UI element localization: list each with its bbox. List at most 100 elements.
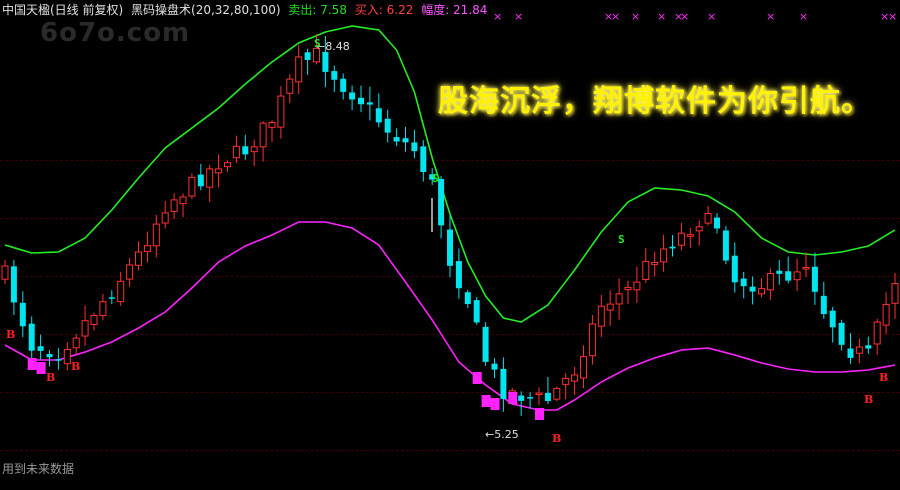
candle-body-down <box>447 229 453 266</box>
candle-body-down <box>10 266 17 303</box>
candle-body-up <box>642 260 650 280</box>
signal-block <box>472 372 482 384</box>
sell-signal-label: S <box>314 37 321 50</box>
signal-block <box>490 398 500 410</box>
candle-body-down <box>340 78 347 92</box>
candle-body-up <box>766 272 774 291</box>
candle-body-down <box>375 108 382 123</box>
candle-body-up <box>143 245 151 253</box>
buy-signal-label: B <box>46 371 55 384</box>
candle-body-down <box>438 178 445 226</box>
candle-body-down <box>19 302 26 327</box>
candle-body-down <box>242 146 249 155</box>
candle-body-up <box>161 212 169 224</box>
candle-body-up <box>126 264 134 280</box>
candle-body-up <box>72 337 80 349</box>
candle-body-down <box>197 174 204 187</box>
candle-body-down <box>500 368 507 399</box>
chart-header: 中国天楹(日线 前复权) 黑码操盘术(20,32,80,100) 卖出: 7.5… <box>2 1 491 18</box>
buy-signal-label: B <box>879 371 888 384</box>
candle-body-up <box>882 303 890 326</box>
candle-body-up <box>215 168 223 174</box>
candle-body-up <box>580 356 587 379</box>
candle-body-down <box>518 395 525 401</box>
candle-body-up <box>268 121 276 128</box>
candle-body-up <box>535 392 543 396</box>
candle-body-up <box>117 280 125 303</box>
candle-body-up <box>615 293 623 305</box>
candle-body-up <box>758 288 765 295</box>
sell-signal-label: S <box>432 172 439 185</box>
upper-band-line <box>4 25 896 323</box>
range-label: 幅度: 21.84 <box>421 3 488 17</box>
candle-body-down <box>714 217 720 229</box>
signal-block <box>508 392 518 404</box>
candle-body-down <box>366 102 373 105</box>
candle-body-up <box>802 266 810 270</box>
top-x-marker: × <box>611 10 620 23</box>
signal-block <box>535 408 544 420</box>
signal-block <box>36 362 46 374</box>
stock-title: 中国天楹(日线 前复权) <box>2 3 124 17</box>
candlestick-chart: ←8.48←5.25BBBBBBSSS× × ×× × × ×× × × × ×× <box>1 10 899 445</box>
top-x-marker: × <box>799 10 808 23</box>
candle-body-up <box>224 162 231 168</box>
candle-body-up <box>597 305 605 327</box>
candle-body-up <box>259 122 267 148</box>
sell-signal-label: S <box>618 233 625 246</box>
candle-body-down <box>785 271 792 281</box>
top-x-marker: × <box>707 10 716 23</box>
candle-body-down <box>838 322 845 345</box>
candle-body-down <box>464 292 471 305</box>
candle-body-down <box>393 137 400 142</box>
candle-body-up <box>135 251 142 266</box>
top-x-marker: × <box>514 10 523 23</box>
candle-body-down <box>722 230 729 261</box>
candle-body-down <box>740 278 747 287</box>
candle-body-up <box>633 281 641 291</box>
candle-body-up <box>704 213 712 224</box>
candle-body-down <box>749 286 756 292</box>
candle-body-up <box>295 56 303 83</box>
buy-signal-label: B <box>6 328 15 341</box>
candle-body-down <box>473 300 480 323</box>
candle-body-down <box>829 310 836 328</box>
candle-body-up <box>250 146 258 153</box>
buy-signal-label: B <box>71 360 80 373</box>
top-x-marker: × <box>657 10 666 23</box>
candle-body-down <box>776 270 783 274</box>
top-x-marker: × <box>631 10 640 23</box>
candle-body-down <box>28 323 35 351</box>
candle-body-down <box>384 118 391 133</box>
candle-body-down <box>358 97 364 105</box>
candle-body-down <box>811 266 818 292</box>
candle-body-down <box>108 297 115 299</box>
candle-body-up <box>606 303 614 311</box>
candle-body-down <box>491 363 498 370</box>
candle-body-up <box>553 387 561 400</box>
top-x-marker: × <box>680 10 689 23</box>
candle-body-down <box>304 52 311 60</box>
candle-body-up <box>588 323 596 357</box>
candle-body-down <box>865 345 872 349</box>
high-price-annotation: ←8.48 <box>316 40 350 53</box>
top-x-marker: × <box>888 10 897 23</box>
candle-body-up <box>286 78 294 94</box>
top-x-marker: × <box>493 10 502 23</box>
candle-body-up <box>188 176 196 197</box>
low-price-annotation: ←5.25 <box>485 428 519 441</box>
candle-body-up <box>695 226 703 232</box>
candle-body-up <box>277 95 285 128</box>
candle-body-up <box>651 261 659 265</box>
candle-body-up <box>206 168 214 188</box>
signal-block <box>27 358 37 370</box>
candle-body-up <box>891 283 899 304</box>
candle-body-up <box>170 199 178 212</box>
candle-body-down <box>544 392 551 402</box>
buy-signal-label: B <box>552 432 561 445</box>
candle-body-up <box>855 346 863 354</box>
candle-body-up <box>152 223 160 247</box>
candle-body-down <box>349 92 356 100</box>
candle-body-up <box>1 265 9 280</box>
candle-body-down <box>847 348 854 358</box>
